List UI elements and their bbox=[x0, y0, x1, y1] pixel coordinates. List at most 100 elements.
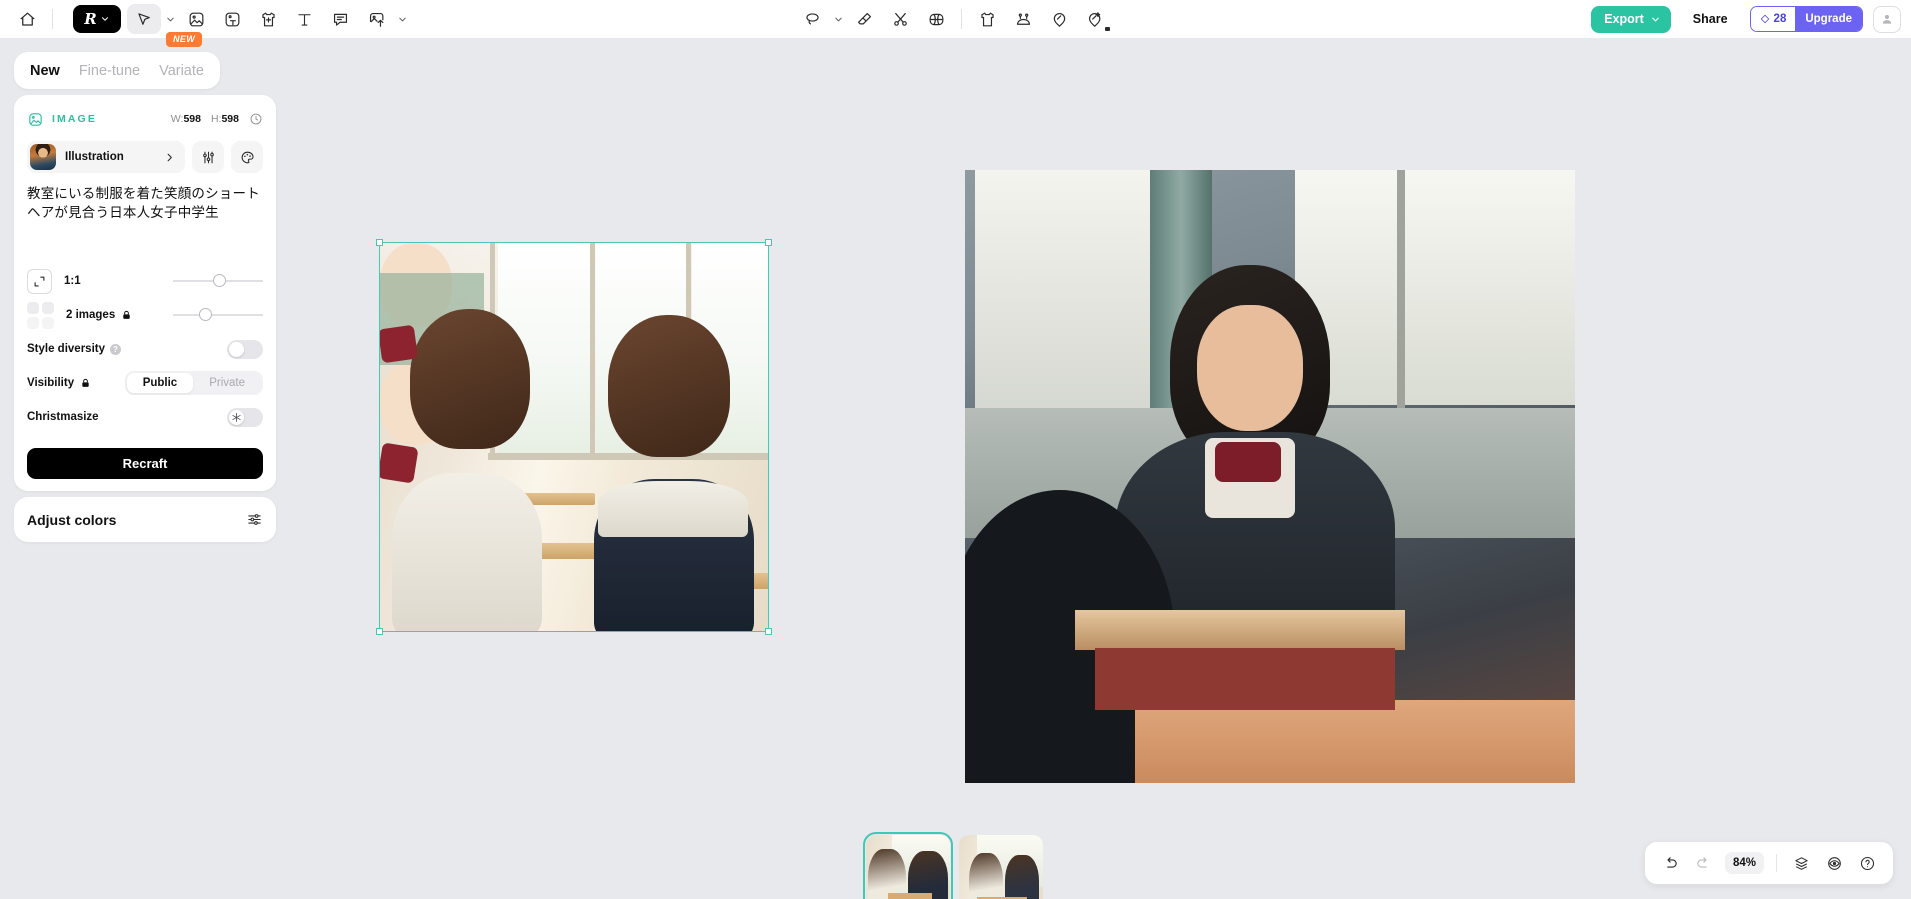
brand-logo-mark: R bbox=[84, 9, 97, 28]
color-sliders-icon[interactable] bbox=[246, 511, 263, 528]
style-diversity-toggle-knob bbox=[229, 341, 244, 357]
magic-edit-icon[interactable] bbox=[1042, 4, 1076, 34]
image-section-label: IMAGE bbox=[52, 113, 97, 125]
mockup-tool-icon[interactable] bbox=[251, 4, 285, 34]
style-diversity-row: Style diversity ? bbox=[27, 332, 263, 366]
select-tool-chevron-icon[interactable] bbox=[163, 14, 177, 25]
speech-bubble-tool-icon[interactable] bbox=[323, 4, 357, 34]
style-chevron-right-icon bbox=[164, 152, 182, 163]
christmasize-toggle-knob bbox=[229, 409, 244, 425]
share-button[interactable]: Share bbox=[1681, 6, 1740, 33]
photo-student-face bbox=[1197, 305, 1303, 431]
tab-new[interactable]: New bbox=[30, 63, 60, 79]
account-avatar[interactable] bbox=[1873, 5, 1901, 33]
thumbnail-2[interactable] bbox=[959, 835, 1043, 899]
image-count-slider-knob[interactable] bbox=[199, 308, 212, 322]
eye-icon[interactable] bbox=[1819, 848, 1849, 878]
thumb2-student-left bbox=[969, 853, 1003, 899]
resize-handle-top-right[interactable] bbox=[765, 239, 772, 246]
image-count-row: 2 images bbox=[27, 298, 263, 332]
resize-handle-bottom-right[interactable] bbox=[765, 628, 772, 635]
lasso-chevron-icon[interactable] bbox=[831, 14, 845, 25]
image-count-lock-icon bbox=[121, 309, 132, 321]
select-tool-icon[interactable] bbox=[127, 4, 161, 34]
blend-tool-icon[interactable] bbox=[919, 4, 953, 34]
style-diversity-help-icon[interactable]: ? bbox=[109, 343, 121, 355]
visibility-label-group: Visibility bbox=[27, 377, 91, 389]
image-count-label: 2 images bbox=[66, 309, 116, 322]
center-divider bbox=[961, 9, 962, 29]
apparel-mockup-icon[interactable] bbox=[970, 4, 1004, 34]
undo-icon[interactable] bbox=[1656, 848, 1686, 878]
home-icon[interactable] bbox=[10, 4, 44, 34]
photo-desk-frame bbox=[1095, 648, 1395, 710]
crop-scissors-icon[interactable] bbox=[883, 4, 917, 34]
student-left-tie bbox=[380, 324, 419, 364]
student-left-hair bbox=[410, 309, 530, 449]
snowflake-icon bbox=[232, 412, 241, 422]
sliders-icon[interactable] bbox=[192, 141, 224, 173]
toolbar-divider bbox=[52, 9, 53, 29]
scene-tool-icon[interactable] bbox=[1006, 4, 1040, 34]
image-count-slider[interactable] bbox=[173, 305, 263, 325]
diamond-icon bbox=[1760, 14, 1769, 24]
adjust-colors-panel[interactable]: Adjust colors bbox=[14, 497, 276, 543]
tab-fine-tune[interactable]: Fine-tune bbox=[79, 63, 140, 79]
tab-variate[interactable]: Variate bbox=[159, 63, 204, 79]
christmasize-toggle[interactable] bbox=[227, 407, 263, 427]
christmasize-label-group: Christmasize bbox=[27, 411, 99, 423]
generated-image-1[interactable] bbox=[380, 243, 768, 631]
window-sill bbox=[488, 453, 768, 460]
generation-panel: New Fine-tune Variate IMAGE W:598 H:598 bbox=[14, 52, 276, 543]
style-selector[interactable]: Illustration bbox=[27, 141, 185, 173]
palette-icon[interactable] bbox=[231, 141, 263, 173]
student-right-hair bbox=[608, 315, 730, 457]
adjust-colors-label: Adjust colors bbox=[27, 511, 117, 528]
resize-handle-bottom-left[interactable] bbox=[376, 628, 383, 635]
visibility-lock-icon bbox=[80, 377, 91, 389]
aspect-ratio-slider-knob[interactable] bbox=[213, 274, 226, 288]
eraser-tool-icon[interactable] bbox=[847, 4, 881, 34]
image-dimensions: W:598 H:598 bbox=[171, 112, 263, 126]
image-count-icon[interactable] bbox=[27, 301, 54, 329]
visibility-option-public[interactable]: Public bbox=[126, 373, 194, 394]
reference-photo[interactable] bbox=[965, 170, 1575, 783]
panel-tabs: New Fine-tune Variate bbox=[14, 52, 220, 89]
layers-icon[interactable] bbox=[1786, 848, 1816, 878]
upload-tool-icon[interactable] bbox=[359, 4, 393, 34]
lasso-tool-icon[interactable] bbox=[795, 4, 829, 34]
thumb1-student-left bbox=[868, 849, 906, 899]
style-controls: Illustration bbox=[27, 141, 263, 173]
style-diversity-toggle[interactable] bbox=[227, 339, 263, 359]
visibility-option-private[interactable]: Private bbox=[193, 373, 261, 393]
thumbnail-1[interactable] bbox=[863, 832, 953, 899]
christmasize-label: Christmasize bbox=[27, 411, 99, 424]
more-tools-chevron-icon[interactable] bbox=[395, 14, 409, 25]
lock-glyph bbox=[82, 379, 89, 388]
text-image-tool-icon[interactable] bbox=[215, 4, 249, 34]
redo-icon[interactable] bbox=[1689, 848, 1719, 878]
zoombar-divider bbox=[1776, 854, 1777, 872]
share-label: Share bbox=[1692, 12, 1728, 26]
brand-logo[interactable]: R bbox=[73, 5, 121, 33]
recraft-button[interactable]: Recraft bbox=[27, 448, 263, 480]
zoom-level[interactable]: 84% bbox=[1724, 852, 1764, 874]
resize-handle-top-left[interactable] bbox=[376, 239, 383, 246]
aspect-ratio-icon[interactable] bbox=[27, 268, 52, 294]
grid-cell-4 bbox=[42, 316, 54, 329]
text-tool-icon[interactable] bbox=[287, 4, 321, 34]
aspect-ratio-slider[interactable] bbox=[173, 271, 263, 291]
export-chevron-icon bbox=[1651, 17, 1659, 21]
prompt-input[interactable]: 教室にいる制服を着た笑顔のショートヘアが見合う日本人女子中学生 bbox=[27, 185, 263, 222]
help-icon[interactable] bbox=[1852, 848, 1882, 878]
style-diversity-label: Style diversity bbox=[27, 343, 105, 356]
credits-upgrade-group[interactable]: 28 Upgrade bbox=[1749, 6, 1863, 32]
upgrade-button[interactable]: Upgrade bbox=[1795, 7, 1862, 31]
image-tool-icon[interactable] bbox=[179, 4, 213, 34]
premium-magic-icon[interactable] bbox=[1078, 4, 1112, 34]
zoom-toolbar: 84% bbox=[1644, 842, 1893, 884]
canvas-area[interactable]: 84% bbox=[0, 38, 1911, 899]
toolbar-right-group: Export Share 28 Upgrade bbox=[1591, 0, 1901, 38]
credits-badge[interactable]: 28 bbox=[1750, 7, 1796, 31]
export-button[interactable]: Export bbox=[1591, 5, 1671, 33]
